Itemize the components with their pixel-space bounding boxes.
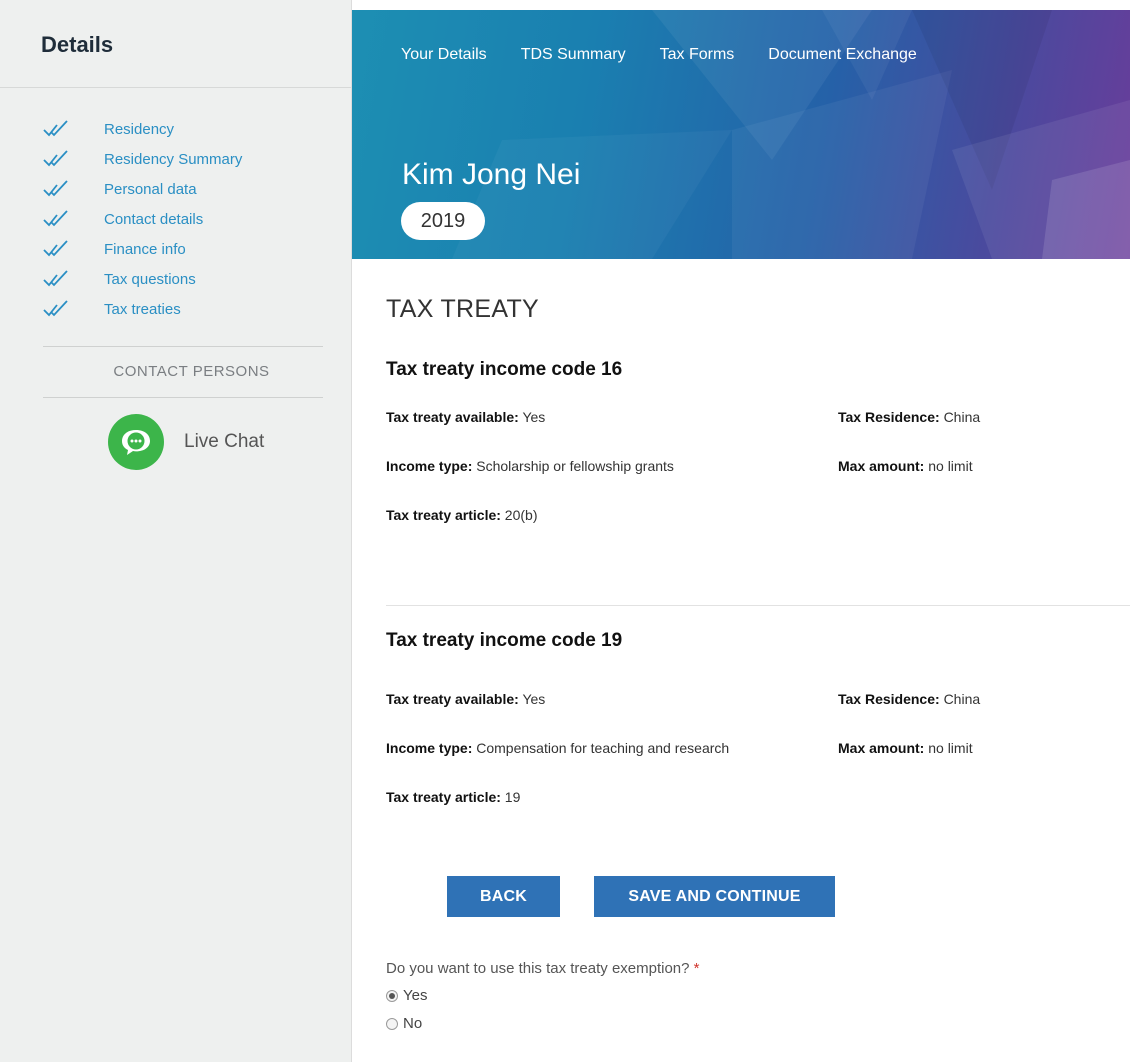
field-label: Income type: bbox=[386, 740, 473, 756]
income-type-field: Income type: Compensation for teaching a… bbox=[386, 740, 838, 789]
treaty-details: Tax treaty available: Yes Tax Residence:… bbox=[386, 691, 1130, 838]
page-title: TAX TREATY bbox=[386, 295, 540, 323]
sidebar-item-label: Tax treaties bbox=[104, 300, 181, 318]
person-name: Kim Jong Nei bbox=[402, 158, 581, 191]
tax-residence-field: Tax Residence: China bbox=[838, 691, 980, 740]
radio-option-no[interactable]: No bbox=[386, 1015, 422, 1032]
double-check-icon bbox=[0, 270, 104, 288]
income-type-field: Income type: Scholarship or fellowship g… bbox=[386, 458, 838, 507]
sidebar-item-label: Tax questions bbox=[104, 270, 196, 288]
save-and-continue-button[interactable]: SAVE AND CONTINUE bbox=[594, 876, 835, 917]
double-check-icon bbox=[0, 120, 104, 138]
contact-persons-heading: CONTACT PERSONS bbox=[113, 363, 270, 380]
sidebar-nav: Residency Residency Summary Personal dat… bbox=[0, 88, 351, 324]
sidebar-item-label: Residency Summary bbox=[104, 150, 243, 168]
field-value: China bbox=[943, 409, 981, 425]
page-header: Your Details TDS Summary Tax Forms Docum… bbox=[352, 10, 1130, 259]
required-mark: * bbox=[693, 960, 700, 977]
radio-option-yes[interactable]: Yes bbox=[386, 987, 427, 1004]
tax-residence-field: Tax Residence: China bbox=[838, 409, 980, 458]
radio-label: Yes bbox=[403, 987, 428, 1004]
max-amount-field: Max amount: no limit bbox=[838, 458, 973, 507]
treaty-article-field: Tax treaty article: 20(b) bbox=[386, 507, 838, 556]
exemption-question: Do you want to use this tax treaty exemp… bbox=[386, 960, 700, 977]
field-value: Yes bbox=[522, 691, 546, 707]
sidebar-item-personal-data[interactable]: Personal data bbox=[0, 174, 351, 204]
field-value: 20(b) bbox=[504, 507, 538, 523]
treaty-heading: Tax treaty income code 19 bbox=[386, 630, 623, 651]
field-label: Tax Residence: bbox=[838, 409, 940, 425]
main-content: TAX TREATY Tax treaty income code 16 Tax… bbox=[386, 259, 1130, 556]
detail-row: Tax treaty article: 20(b) bbox=[386, 507, 1130, 556]
field-value: no limit bbox=[928, 458, 973, 474]
treaty-available-field: Tax treaty available: Yes bbox=[386, 691, 838, 740]
field-label: Tax treaty article: bbox=[386, 507, 501, 523]
divider bbox=[43, 397, 323, 398]
radio-button[interactable] bbox=[386, 1017, 398, 1030]
sidebar-item-residency-summary[interactable]: Residency Summary bbox=[0, 144, 351, 174]
sidebar-item-label: Residency bbox=[104, 120, 175, 138]
tab-tax-forms[interactable]: Tax Forms bbox=[660, 46, 735, 64]
tab-your-details[interactable]: Your Details bbox=[401, 46, 487, 64]
chat-bubble-icon bbox=[108, 414, 164, 470]
sidebar-item-label: Contact details bbox=[104, 210, 204, 228]
live-chat-label: Live Chat bbox=[184, 431, 265, 452]
sidebar-item-finance-info[interactable]: Finance info bbox=[0, 234, 351, 264]
sidebar-item-contact-details[interactable]: Contact details bbox=[0, 204, 351, 234]
radio-button-selected[interactable] bbox=[386, 989, 398, 1002]
double-check-icon bbox=[0, 210, 104, 228]
field-value: Scholarship or fellowship grants bbox=[476, 458, 674, 474]
field-label: Tax Residence: bbox=[838, 691, 940, 707]
field-value: 19 bbox=[504, 789, 521, 805]
field-label: Max amount: bbox=[838, 740, 925, 756]
sidebar-title: Details bbox=[41, 32, 114, 57]
sidebar-item-label: Personal data bbox=[104, 180, 197, 198]
field-label: Max amount: bbox=[838, 458, 925, 474]
sidebar-item-residency[interactable]: Residency bbox=[0, 114, 351, 144]
sidebar: Details Residency Residency Summary Pers… bbox=[0, 0, 352, 1062]
detail-row: Income type: Scholarship or fellowship g… bbox=[386, 458, 1130, 507]
treaty-details: Tax treaty available: Yes Tax Residence:… bbox=[386, 409, 1130, 556]
treaty-available-field: Tax treaty available: Yes bbox=[386, 409, 838, 458]
field-value: Yes bbox=[522, 409, 546, 425]
double-check-icon bbox=[0, 240, 104, 258]
question-text: Do you want to use this tax treaty exemp… bbox=[386, 960, 690, 977]
treaty-article-field: Tax treaty article: 19 bbox=[386, 789, 838, 838]
field-label: Tax treaty article: bbox=[386, 789, 501, 805]
field-label: Income type: bbox=[386, 458, 473, 474]
double-check-icon bbox=[0, 150, 104, 168]
detail-row: Tax treaty article: 19 bbox=[386, 789, 1130, 838]
field-value: Compensation for teaching and research bbox=[476, 740, 730, 756]
top-nav: Your Details TDS Summary Tax Forms Docum… bbox=[401, 46, 951, 64]
detail-row: Income type: Compensation for teaching a… bbox=[386, 740, 1130, 789]
sidebar-item-tax-treaties[interactable]: Tax treaties bbox=[0, 294, 351, 324]
radio-label: No bbox=[403, 1015, 423, 1032]
tab-document-exchange[interactable]: Document Exchange bbox=[768, 46, 917, 64]
detail-row: Tax treaty available: Yes Tax Residence:… bbox=[386, 409, 1130, 458]
tab-tds-summary[interactable]: TDS Summary bbox=[521, 46, 626, 64]
sidebar-item-tax-questions[interactable]: Tax questions bbox=[0, 264, 351, 294]
sidebar-item-label: Finance info bbox=[104, 240, 186, 258]
sidebar-header: Details bbox=[0, 0, 351, 88]
treaty-heading: Tax treaty income code 16 bbox=[386, 359, 623, 380]
divider bbox=[386, 605, 1130, 606]
double-check-icon bbox=[0, 300, 104, 318]
back-button[interactable]: BACK bbox=[447, 876, 560, 917]
field-value: no limit bbox=[928, 740, 973, 756]
field-label: Tax treaty available: bbox=[386, 691, 519, 707]
field-value: China bbox=[943, 691, 981, 707]
detail-row: Tax treaty available: Yes Tax Residence:… bbox=[386, 691, 1130, 740]
max-amount-field: Max amount: no limit bbox=[838, 740, 973, 789]
field-label: Tax treaty available: bbox=[386, 409, 519, 425]
year-badge: 2019 bbox=[401, 202, 485, 240]
double-check-icon bbox=[0, 180, 104, 198]
live-chat-button[interactable]: Live Chat bbox=[0, 414, 351, 470]
